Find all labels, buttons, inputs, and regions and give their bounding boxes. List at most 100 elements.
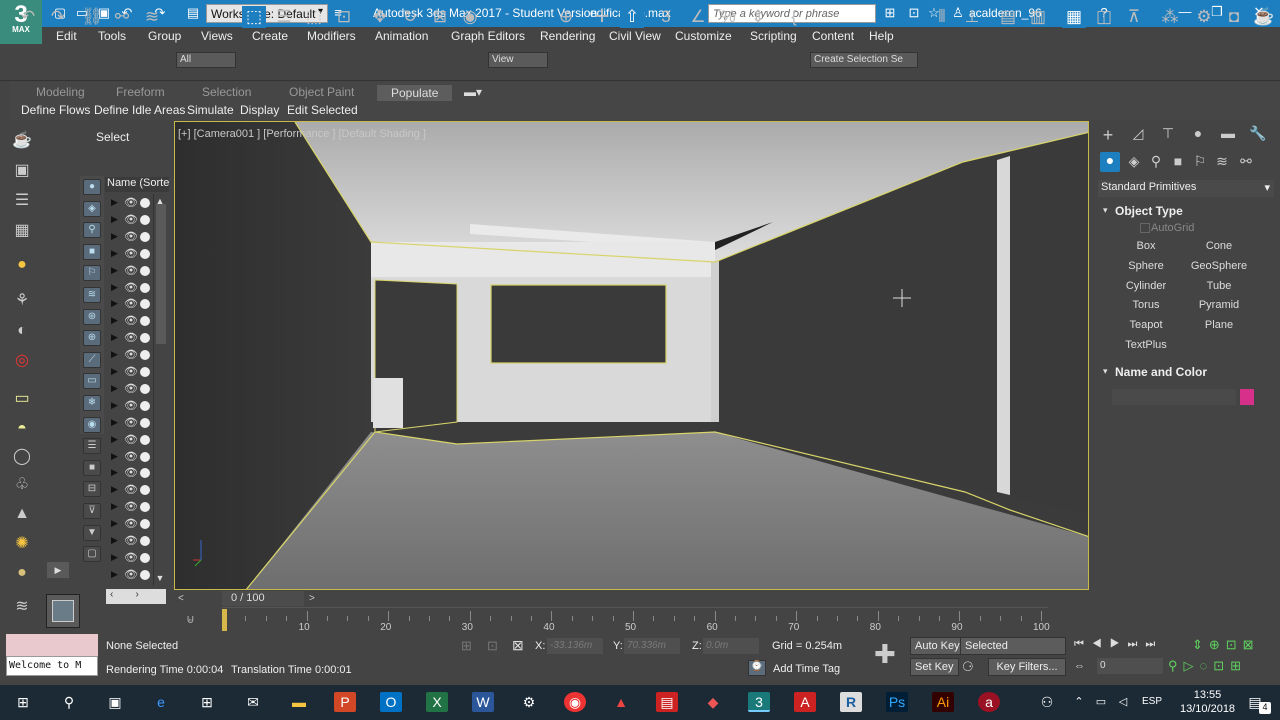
set-key-button[interactable]: Set Key [910, 658, 959, 676]
visibility-eye-icon[interactable]: 👁 [124, 281, 138, 294]
teapot-icon[interactable]: ☕ [11, 130, 33, 152]
scene-object-row[interactable]: ▶ 👁 [106, 567, 154, 584]
visibility-eye-icon[interactable]: 👁 [124, 331, 138, 344]
visibility-eye-icon[interactable]: 👁 [124, 534, 138, 547]
scene-object-row[interactable]: ▶ 👁 [106, 482, 154, 499]
freeze-toggle-icon[interactable] [140, 468, 150, 479]
outlook-icon[interactable]: O [380, 692, 402, 712]
time-marker[interactable] [222, 609, 227, 631]
current-frame-field[interactable]: 0 [1097, 658, 1163, 674]
menu-civil-view[interactable]: Civil View [609, 29, 661, 43]
menu-views[interactable]: Views [201, 29, 233, 43]
search-icon[interactable]: ⚲ [58, 692, 80, 712]
y-coord-field[interactable]: 70.336m [624, 638, 680, 654]
menu-create[interactable]: Create [252, 29, 288, 43]
scene-object-row[interactable]: ▶ 👁 [106, 432, 154, 449]
visibility-eye-icon[interactable]: 👁 [124, 196, 138, 209]
geometry-filter-icon[interactable]: ● [83, 179, 101, 195]
freeze-toggle-icon[interactable] [140, 552, 150, 563]
curve-editor-icon[interactable]: ◫ [1092, 6, 1116, 28]
expand-arrow-icon[interactable]: ▶ [111, 298, 118, 309]
box-button[interactable]: Box [1115, 240, 1177, 256]
edit-selected-button[interactable]: Edit Selected [287, 103, 358, 117]
expand-arrow-icon[interactable]: ▶ [111, 366, 118, 377]
bind-space-warp-icon[interactable]: ≋ [140, 6, 164, 28]
hidden-filter-icon[interactable]: ◉ [83, 416, 101, 433]
freeze-toggle-icon[interactable] [140, 265, 150, 276]
rotate-icon[interactable]: ↻ [398, 6, 422, 28]
link-icon[interactable]: ⛓ [80, 6, 104, 28]
freeze-toggle-icon[interactable] [140, 383, 150, 394]
expand-arrow-icon[interactable]: ▶ [111, 282, 118, 293]
cylinder-button[interactable]: Cylinder [1115, 280, 1177, 296]
collapse-icon[interactable]: ▾ [1103, 205, 1108, 216]
define-flows-button[interactable]: Define Flows [21, 103, 90, 117]
visibility-eye-icon[interactable]: 👁 [124, 450, 138, 463]
nav-controls[interactable]: ⇕⊕⊡⊠ [1192, 637, 1260, 653]
scene-object-row[interactable]: ▶ 👁 [106, 246, 154, 263]
store-icon[interactable]: ⊞ [196, 692, 218, 712]
light-bulb-icon[interactable]: ● [11, 254, 33, 276]
sphere-button[interactable]: Sphere [1115, 260, 1177, 276]
freeze-toggle-icon[interactable] [140, 485, 150, 496]
spacewarp-icon[interactable]: ◎ [11, 350, 33, 372]
key-filter-icon[interactable]: ⚆ [962, 659, 974, 675]
teapot-button[interactable]: Teapot [1115, 319, 1177, 335]
tube-button[interactable]: Tube [1188, 280, 1250, 296]
visibility-eye-icon[interactable]: 👁 [124, 500, 138, 513]
geosphere-button[interactable]: GeoSphere [1188, 260, 1250, 276]
name-column-header[interactable]: Name (Sorted [105, 177, 169, 192]
pyramid-button[interactable]: Pyramid [1188, 299, 1250, 315]
windows-start-icon[interactable]: ⊞ [12, 692, 34, 712]
selection-region-icon[interactable]: ⬚ [302, 6, 326, 28]
space-warps-icon[interactable]: ≋ [1212, 153, 1232, 171]
container-filter-icon[interactable]: ▭ [83, 373, 101, 390]
expand-arrow-icon[interactable]: ▶ [111, 552, 118, 563]
add-time-tag[interactable]: Add Time Tag [773, 663, 840, 675]
autogrid-checkbox[interactable] [1140, 223, 1150, 233]
binoculars-icon[interactable]: ⊞ [882, 5, 898, 21]
expand-arrow-icon[interactable]: ▶ [111, 467, 118, 478]
expand-arrow-icon[interactable]: ▶ [111, 400, 118, 411]
display-all-icon[interactable]: ☰ [83, 438, 101, 455]
mini-curve-icon[interactable]: ⊌ [186, 612, 195, 626]
menu-tools[interactable]: Tools [98, 29, 126, 43]
scene-object-row[interactable]: ▶ 👁 [106, 516, 154, 533]
chrome-icon[interactable]: ◉ [564, 692, 586, 712]
object-name-input[interactable] [1112, 389, 1236, 405]
snaps-toggle-icon[interactable]: 3 [654, 6, 678, 28]
motion-tab-icon[interactable]: ● [1188, 125, 1208, 143]
collapse-icon[interactable]: ▾ [1103, 366, 1108, 377]
sphere-icon[interactable]: ◐ [11, 320, 33, 342]
scene-object-row[interactable]: ▶ 👁 [106, 449, 154, 466]
unlink-icon[interactable]: ⚯ [110, 6, 134, 28]
ribbon-options-icon[interactable]: ▬▾ [464, 85, 482, 99]
language-indicator[interactable]: ESP [1142, 696, 1162, 707]
tab-selection[interactable]: Selection [202, 85, 251, 99]
lock-icon[interactable]: ⊡ [487, 638, 498, 654]
camera-filter-icon[interactable]: ■ [83, 243, 101, 260]
freeze-toggle-icon[interactable] [140, 333, 150, 344]
ribbon-toggle-icon[interactable]: ▥ [1026, 6, 1050, 28]
people-icon[interactable]: ⚇ [1036, 692, 1058, 712]
freeze-toggle-icon[interactable] [140, 502, 150, 513]
mirror-icon[interactable]: ⫴ [930, 6, 954, 28]
place-icon[interactable]: ◉ [458, 6, 482, 28]
tab-populate[interactable]: Populate [377, 85, 453, 101]
wave-icon[interactable]: ≋ [11, 596, 33, 618]
expand-arrow-icon[interactable]: ▶ [111, 535, 118, 546]
scene-object-row[interactable]: ▶ 👁 [106, 465, 154, 482]
geometry-icon[interactable]: ● [1100, 152, 1120, 172]
simulate-button[interactable]: Simulate [187, 103, 234, 117]
app-icon-4[interactable]: a [978, 692, 1000, 712]
visibility-eye-icon[interactable]: 👁 [124, 568, 138, 581]
nav-controls-2[interactable]: ⚲▷◌⊡⊞ [1168, 658, 1247, 674]
expand-arrow-icon[interactable]: ▶ [111, 332, 118, 343]
prev-frame-icon[interactable]: < [178, 593, 184, 604]
cone-button[interactable]: Cone [1188, 240, 1250, 256]
grid-icon[interactable]: ▦ [11, 220, 33, 242]
scene-object-row[interactable]: ▶ 👁 [106, 330, 154, 347]
utilities-tab-icon[interactable]: 🔧 [1248, 125, 1268, 143]
display-tab-icon[interactable]: ▬ [1218, 125, 1238, 143]
scene-object-row[interactable]: ▶ 👁 [106, 499, 154, 516]
